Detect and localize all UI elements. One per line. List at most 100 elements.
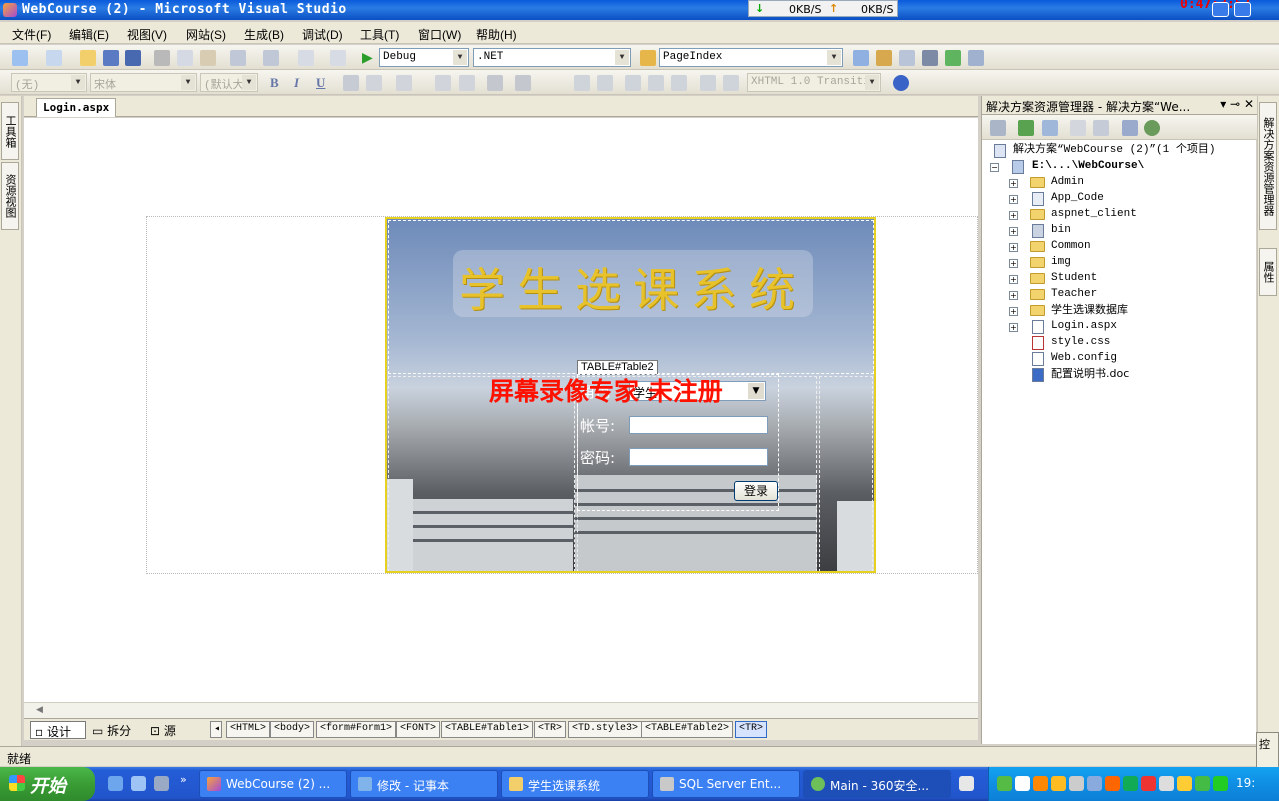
nest-files-icon[interactable]: [1042, 120, 1058, 136]
resource-view-tab[interactable]: 资源视图: [1, 162, 19, 230]
expand-icon[interactable]: +: [1009, 307, 1018, 316]
object-browser-icon[interactable]: [899, 50, 915, 66]
start-button[interactable]: 开始: [0, 767, 95, 801]
menu-file[interactable]: 文件(F): [12, 26, 51, 43]
pin-icon[interactable]: ⊸: [1230, 97, 1240, 111]
tray-app-icon[interactable]: [1087, 776, 1102, 791]
tray-app-icon[interactable]: [997, 776, 1012, 791]
login-button[interactable]: 登录: [734, 481, 778, 501]
keyboard-icon[interactable]: [959, 776, 974, 791]
tree-folder-common[interactable]: Common: [1051, 238, 1091, 254]
tray-app-icon[interactable]: [1051, 776, 1066, 791]
collapse-icon[interactable]: −: [990, 163, 999, 172]
properties-tab[interactable]: 属性: [1259, 248, 1277, 296]
menu-website[interactable]: 网站(S): [186, 26, 226, 43]
hyperlink-icon[interactable]: [487, 75, 503, 91]
expand-icon[interactable]: +: [1009, 291, 1018, 300]
tab-split[interactable]: ▭ 拆分: [88, 721, 135, 739]
expand-icon[interactable]: +: [1009, 259, 1018, 268]
copy-website-icon[interactable]: [1122, 120, 1138, 136]
expand-icon[interactable]: +: [1009, 323, 1018, 332]
menu-tools[interactable]: 工具(T): [360, 26, 399, 43]
insert-table-icon[interactable]: [574, 75, 590, 91]
expand-icon[interactable]: +: [1009, 227, 1018, 236]
solution-config-select[interactable]: Debug ▼: [379, 48, 469, 67]
quick-launch-desktop-icon[interactable]: [108, 776, 123, 791]
expand-icon[interactable]: +: [1009, 179, 1018, 188]
highlight-icon[interactable]: [366, 75, 382, 91]
numbering-icon[interactable]: [459, 75, 475, 91]
crumb-scroll-left-icon[interactable]: ◂: [210, 721, 222, 738]
tree-folder-student[interactable]: Student: [1051, 270, 1097, 286]
tray-app-icon[interactable]: [1159, 776, 1174, 791]
italic-button[interactable]: I: [294, 75, 299, 91]
expand-icon[interactable]: +: [1009, 275, 1018, 284]
crumb-tr[interactable]: <TR>: [534, 721, 567, 738]
new-project-icon[interactable]: [12, 50, 28, 66]
navigate-forward-icon[interactable]: [330, 50, 346, 66]
horizontal-scrollbar[interactable]: ◀: [24, 702, 978, 718]
tree-folder-app-code[interactable]: App_Code: [1051, 190, 1104, 206]
refresh-icon[interactable]: [1018, 120, 1034, 136]
indent-icon[interactable]: [671, 75, 687, 91]
menu-edit[interactable]: 编辑(E): [69, 26, 109, 43]
crumb-form[interactable]: <form#Form1>: [316, 721, 397, 738]
platform-select[interactable]: .NET ▼: [473, 48, 631, 67]
bold-button[interactable]: B: [270, 75, 279, 91]
password-input[interactable]: [629, 448, 768, 466]
navigate-back-icon[interactable]: [298, 50, 314, 66]
properties-icon[interactable]: [990, 120, 1006, 136]
minimize-button[interactable]: [1212, 2, 1229, 17]
task-explorer[interactable]: 学生选课系统: [501, 770, 649, 798]
font-select[interactable]: 宋体 ▼: [90, 73, 197, 92]
undo-icon[interactable]: [230, 50, 246, 66]
window-layout-icon[interactable]: [968, 50, 984, 66]
tray-360-icon[interactable]: [1195, 776, 1210, 791]
copy-icon[interactable]: [177, 50, 193, 66]
task-360-browser[interactable]: Main - 360安全...: [803, 770, 951, 798]
quick-launch-ie-icon[interactable]: [131, 776, 146, 791]
add-item-icon[interactable]: [46, 50, 62, 66]
menu-window[interactable]: 窗口(W): [418, 26, 461, 43]
solution-explorer-tab[interactable]: 解决方案资源管理器: [1259, 102, 1277, 230]
uncomment-icon[interactable]: [723, 75, 739, 91]
account-input[interactable]: [629, 416, 768, 434]
tray-app-icon[interactable]: [1177, 776, 1192, 791]
expand-icon[interactable]: +: [1009, 243, 1018, 252]
scroll-left-icon[interactable]: ◀: [36, 705, 43, 715]
open-icon[interactable]: [80, 50, 96, 66]
tree-file-style-css[interactable]: style.css: [1051, 334, 1110, 350]
tray-qq-icon[interactable]: [1105, 776, 1120, 791]
properties-icon[interactable]: [876, 50, 892, 66]
paste-icon[interactable]: [200, 50, 216, 66]
tree-folder-teacher[interactable]: Teacher: [1051, 286, 1097, 302]
save-icon[interactable]: [103, 50, 119, 66]
save-all-icon[interactable]: [125, 50, 141, 66]
redo-icon[interactable]: [263, 50, 279, 66]
tray-app-icon[interactable]: [1015, 776, 1030, 791]
insert-column-icon[interactable]: [625, 75, 641, 91]
crumb-html[interactable]: <HTML>: [226, 721, 271, 738]
underline-button[interactable]: U: [316, 75, 325, 91]
menu-build[interactable]: 生成(B): [244, 26, 284, 43]
quick-launch-more-icon[interactable]: »: [180, 773, 187, 786]
expand-icon[interactable]: +: [1009, 211, 1018, 220]
outdent-icon[interactable]: [648, 75, 664, 91]
view-code-icon[interactable]: [1070, 120, 1086, 136]
toolbox-tab[interactable]: 工具箱: [1, 102, 19, 160]
tray-app-icon[interactable]: [1123, 776, 1138, 791]
crumb-body[interactable]: <body>: [270, 721, 315, 738]
menu-debug[interactable]: 调试(D): [302, 26, 343, 43]
font-color-icon[interactable]: [343, 75, 359, 91]
task-notepad[interactable]: 修改 - 记事本: [350, 770, 498, 798]
side-panel-tab[interactable]: 控: [1256, 732, 1279, 768]
solution-explorer-icon[interactable]: [853, 50, 869, 66]
tray-app-icon[interactable]: [1141, 776, 1156, 791]
doctype-select[interactable]: XHTML 1.0 Transitio ▼: [747, 73, 881, 92]
asp-config-icon[interactable]: [1144, 120, 1160, 136]
tree-solution[interactable]: 解决方案“WebCourse (2)”(1 个项目): [1013, 142, 1215, 158]
font-size-select[interactable]: (默认大 ▼: [200, 73, 258, 92]
tree-folder-admin[interactable]: Admin: [1051, 174, 1084, 190]
bullets-icon[interactable]: [435, 75, 451, 91]
menu-view[interactable]: 视图(V): [127, 26, 167, 43]
